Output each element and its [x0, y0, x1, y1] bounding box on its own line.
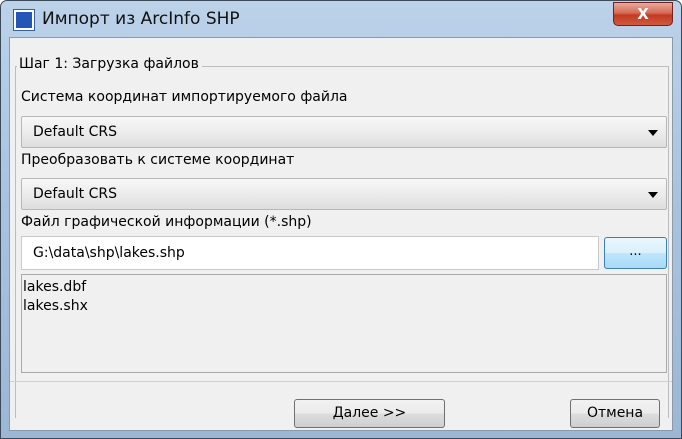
app-icon — [13, 9, 35, 31]
import-dialog-window: Импорт из ArcInfo SHP X Шаг 1: Загрузка … — [0, 0, 682, 439]
cancel-button[interactable]: Отмена — [570, 399, 660, 428]
source-crs-value: Default CRS — [33, 124, 117, 140]
target-crs-value: Default CRS — [33, 186, 117, 202]
next-button[interactable]: Далее >> — [294, 399, 445, 428]
source-crs-label: Система координат импортируемого файла — [21, 89, 348, 105]
source-crs-select[interactable]: Default CRS — [21, 116, 667, 148]
target-crs-select[interactable]: Default CRS — [21, 178, 667, 210]
shp-file-input[interactable]: G:\data\shp\lakes.shp — [21, 236, 599, 270]
list-item[interactable]: lakes.shx — [23, 297, 666, 316]
divider — [10, 381, 672, 382]
step-legend: Шаг 1: Загрузка файлов — [17, 56, 202, 72]
chevron-down-icon — [648, 130, 658, 136]
related-files-list[interactable]: lakes.dbf lakes.shx — [21, 274, 667, 373]
chevron-down-icon — [648, 192, 658, 198]
shp-file-label: Файл графической информации (*.shp) — [21, 214, 312, 230]
list-item[interactable]: lakes.dbf — [23, 278, 666, 297]
dialog-body: Шаг 1: Загрузка файлов Система координат… — [9, 37, 673, 431]
close-button[interactable]: X — [613, 2, 673, 26]
title-bar[interactable]: Импорт из ArcInfo SHP X — [1, 1, 681, 37]
target-crs-label: Преобразовать к системе координат — [21, 152, 295, 168]
browse-button[interactable]: ... — [604, 237, 667, 269]
window-title: Импорт из ArcInfo SHP — [42, 9, 240, 29]
